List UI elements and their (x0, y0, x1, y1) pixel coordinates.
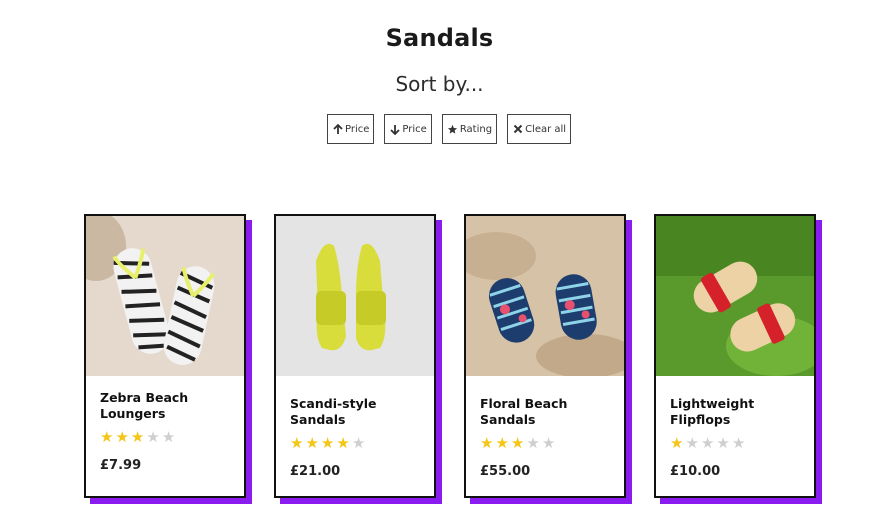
star-filled-icon: ★ (495, 434, 511, 452)
product-card-wrapper: Lightweight Flipflops ★★★★★ £10.00 (654, 214, 822, 504)
star-filled-icon: ★ (320, 434, 337, 452)
star-empty-icon: ★ (716, 434, 732, 452)
product-name: Zebra Beach Loungers (100, 390, 189, 421)
sort-price-desc-label: Price (402, 123, 427, 135)
star-filled-icon: ★ (336, 434, 352, 452)
star-filled-icon: ★ (115, 428, 131, 446)
product-card[interactable]: Floral Beach Sandals ★★★★★ £55.00 (464, 214, 626, 498)
clear-all-button[interactable]: Clear all (507, 114, 572, 144)
product-image (466, 216, 624, 376)
product-price: £21.00 (290, 464, 341, 479)
star-empty-icon: ★ (731, 434, 748, 452)
product-card-wrapper: Zebra Beach Loungers ★★★★★ £7.99 (84, 214, 252, 504)
star-empty-icon: ★ (161, 428, 178, 446)
product-card[interactable]: Scandi-style Sandals ★★★★★ £21.00 (274, 214, 436, 498)
product-price: £7.99 (100, 458, 142, 473)
star-rating: ★★★★★ (290, 434, 420, 452)
star-icon (447, 124, 458, 135)
sort-price-asc-button[interactable]: Price (327, 114, 375, 144)
close-icon (512, 124, 523, 135)
product-name: Floral Beach Sandals (480, 396, 568, 427)
star-empty-icon: ★ (700, 434, 717, 452)
page-title: Sandals (385, 24, 494, 52)
product-image (276, 216, 434, 376)
star-rating: ★★★★★ (480, 434, 610, 452)
star-filled-icon: ★ (290, 434, 306, 452)
product-image (86, 216, 244, 376)
star-rating: ★★★★★ (670, 434, 800, 452)
product-price: £55.00 (480, 464, 531, 479)
star-rating: ★★★★★ (100, 428, 230, 446)
product-image (656, 216, 814, 376)
sort-bar: Price Price Rating Clear all (327, 114, 572, 144)
product-card[interactable]: Zebra Beach Loungers ★★★★★ £7.99 (84, 214, 246, 498)
star-filled-icon: ★ (100, 428, 116, 446)
arrow-up-icon (332, 123, 343, 135)
product-name: Lightweight Flipflops (670, 396, 755, 427)
star-filled-icon: ★ (130, 428, 147, 446)
page: Sandals Sort by... Price Price Rating Cl… (0, 0, 879, 530)
arrow-down-icon (389, 124, 400, 135)
sort-heading: Sort by... (395, 72, 484, 96)
product-name: Scandi-style Sandals (290, 396, 377, 427)
star-empty-icon: ★ (146, 428, 162, 446)
star-filled-icon: ★ (480, 434, 496, 452)
sort-rating-button[interactable]: Rating (441, 114, 498, 144)
sort-price-desc-button[interactable]: Price (384, 114, 432, 144)
clear-all-label: Clear all (525, 123, 567, 135)
star-empty-icon: ★ (541, 434, 558, 452)
star-filled-icon: ★ (670, 434, 686, 452)
product-price: £10.00 (670, 464, 721, 479)
sort-price-asc-label: Price (345, 123, 370, 135)
product-card-wrapper: Floral Beach Sandals ★★★★★ £55.00 (464, 214, 632, 504)
product-card-wrapper: Scandi-style Sandals ★★★★★ £21.00 (274, 214, 442, 504)
sort-rating-label: Rating (459, 123, 493, 135)
star-filled-icon: ★ (305, 434, 321, 452)
star-empty-icon: ★ (526, 434, 542, 452)
star-empty-icon: ★ (351, 434, 368, 452)
star-empty-icon: ★ (685, 434, 701, 452)
star-filled-icon: ★ (510, 434, 527, 452)
product-card[interactable]: Lightweight Flipflops ★★★★★ £10.00 (654, 214, 816, 498)
